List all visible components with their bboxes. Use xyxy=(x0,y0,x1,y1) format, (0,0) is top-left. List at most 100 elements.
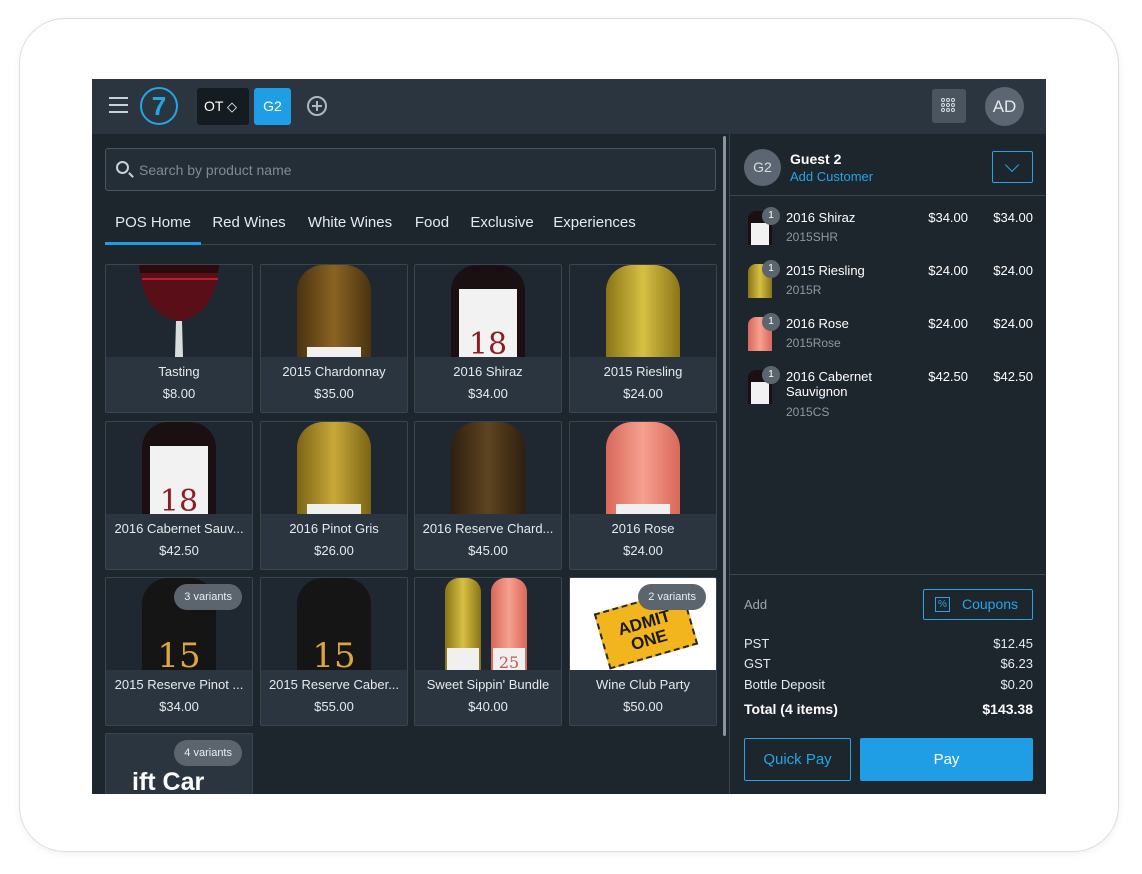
product-card-2015-riesling[interactable]: 2015 Riesling $24.00 xyxy=(569,264,717,413)
quantity-badge: 1 xyxy=(762,207,780,225)
product-card-2015-reserve-pinot[interactable]: 15 3 variants 2015 Reserve Pinot ... $34… xyxy=(105,577,253,726)
top-bar: 7 OT ◇ G2 AD xyxy=(92,79,1046,134)
coupons-button[interactable]: % Coupons xyxy=(923,589,1033,620)
wine-bottle-icon: 15 xyxy=(297,578,371,670)
quantity-badge: 1 xyxy=(762,260,780,278)
product-card-2016-rose[interactable]: 2016 Rose $24.00 xyxy=(569,421,717,570)
tab-food[interactable]: Food xyxy=(411,203,453,245)
summary-label: GST xyxy=(744,656,771,671)
product-price: $24.00 xyxy=(623,386,663,401)
summary-label: PST xyxy=(744,636,770,651)
wine-bottle-icon: 18 xyxy=(142,422,216,514)
apps-grid-icon[interactable] xyxy=(932,89,966,123)
line-sku: 2015CS xyxy=(786,405,830,419)
tab-ot-label: OT xyxy=(204,98,224,114)
customer-name: Guest 2 xyxy=(790,151,842,167)
search-bar xyxy=(105,148,716,191)
label-number: 15 xyxy=(157,636,201,670)
search-icon xyxy=(116,161,129,174)
total-value: $143.38 xyxy=(982,701,1033,717)
user-avatar[interactable]: AD xyxy=(985,87,1024,126)
tab-pos-home[interactable]: POS Home xyxy=(105,203,201,245)
menu-icon[interactable] xyxy=(109,97,128,113)
product-card-2015-reserve-caber[interactable]: 15 2015 Reserve Caber... $55.00 xyxy=(260,577,408,726)
line-total: $42.50 xyxy=(993,369,1033,384)
wine-bottle-icon xyxy=(297,265,371,357)
quick-pay-button[interactable]: Quick Pay xyxy=(744,738,851,781)
quantity-badge: 1 xyxy=(762,366,780,384)
scrollbar[interactable] xyxy=(723,136,726,736)
product-card-2015-chardonnay[interactable]: 2015 Chardonnay $35.00 xyxy=(260,264,408,413)
product-image: 25 xyxy=(415,578,561,670)
divider xyxy=(730,195,1046,196)
line-sku: 2015SHR xyxy=(786,230,839,244)
product-name: 2016 Reserve Chard... xyxy=(422,521,554,536)
product-name: 2016 Cabernet Sauv... xyxy=(114,521,244,536)
white-bottle-icon xyxy=(445,578,481,670)
summary-value: $0.20 xyxy=(1000,677,1033,692)
wine-glass-icon xyxy=(139,265,219,357)
variants-badge: 4 variants xyxy=(174,740,242,766)
divider xyxy=(730,574,1046,575)
coupons-label: Coupons xyxy=(962,596,1019,612)
product-name: 2015 Riesling xyxy=(603,364,683,379)
search-input[interactable] xyxy=(139,149,709,190)
summary-label: Bottle Deposit xyxy=(744,677,825,692)
product-price: $40.00 xyxy=(468,699,508,714)
product-price: $34.00 xyxy=(468,386,508,401)
label-number: 25 xyxy=(493,648,525,670)
product-card-tasting[interactable]: Tasting $8.00 xyxy=(105,264,253,413)
product-card-gift-card[interactable]: ift Car 4 variants xyxy=(105,733,253,794)
tab-experiences[interactable]: Experiences xyxy=(551,203,638,245)
ticket-text: ADMIT ONE xyxy=(615,606,673,655)
product-card-2016-reserve-chard[interactable]: 2016 Reserve Chard... $45.00 xyxy=(414,421,562,570)
chevron-down-icon[interactable] xyxy=(992,151,1033,183)
product-price: $45.00 xyxy=(468,543,508,558)
tab-exclusive[interactable]: Exclusive xyxy=(468,203,536,245)
line-total: $34.00 xyxy=(993,210,1033,225)
product-card-sweet-sippin-bundle[interactable]: 25 Sweet Sippin' Bundle $40.00 xyxy=(414,577,562,726)
add-customer-link[interactable]: Add Customer xyxy=(790,169,873,184)
tab-white-wines[interactable]: White Wines xyxy=(302,203,398,245)
percent-icon: % xyxy=(935,597,950,612)
line-sku: 2015R xyxy=(786,283,822,297)
panel-divider xyxy=(729,134,730,794)
pay-button[interactable]: Pay xyxy=(860,738,1033,781)
order-line[interactable]: 1 2016 Shiraz 2015SHR $34.00 $34.00 xyxy=(744,207,1036,255)
line-name: 2015 Riesling xyxy=(786,263,865,278)
label-number: 15 xyxy=(312,636,356,670)
line-unit-price: $24.00 xyxy=(928,263,968,278)
product-price: $50.00 xyxy=(623,699,663,714)
add-label[interactable]: Add xyxy=(744,597,767,612)
product-price: $55.00 xyxy=(314,699,354,714)
product-card-2016-shiraz[interactable]: 18 2016 Shiraz $34.00 xyxy=(414,264,562,413)
add-tab-icon[interactable] xyxy=(307,96,327,116)
rose-bottle-icon: 25 xyxy=(491,578,527,670)
product-price: $35.00 xyxy=(314,386,354,401)
summary-row-bottle-deposit: Bottle Deposit $0.20 xyxy=(744,677,1033,692)
line-total: $24.00 xyxy=(993,316,1033,331)
order-line[interactable]: 1 2016 Rose 2015Rose $24.00 $24.00 xyxy=(744,313,1036,361)
product-name: Wine Club Party xyxy=(596,677,690,692)
tab-g2[interactable]: G2 xyxy=(254,88,291,125)
wine-bottle-icon xyxy=(606,265,680,357)
product-image: 15 xyxy=(261,578,407,670)
summary-value: $6.23 xyxy=(1000,656,1033,671)
diamond-icon: ◇ xyxy=(227,99,237,114)
order-line[interactable]: 1 2016 Cabernet Sauvignon 2015CS $42.50 … xyxy=(744,366,1036,426)
product-price: $24.00 xyxy=(623,543,663,558)
product-card-2016-pinot-gris[interactable]: 2016 Pinot Gris $26.00 xyxy=(260,421,408,570)
product-card-2016-cabernet[interactable]: 18 2016 Cabernet Sauv... $42.50 xyxy=(105,421,253,570)
product-name: 2016 Rose xyxy=(611,521,675,536)
pos-screen: 7 OT ◇ G2 AD POS Home Red Wines White Wi… xyxy=(92,79,1046,794)
tab-ot[interactable]: OT ◇ xyxy=(197,88,249,125)
product-card-wine-club-party[interactable]: ADMIT ONE 2 variants Wine Club Party $50… xyxy=(569,577,717,726)
product-price: $34.00 xyxy=(159,699,199,714)
order-line[interactable]: 1 2015 Riesling 2015R $24.00 $24.00 xyxy=(744,260,1036,308)
product-image xyxy=(415,422,561,514)
product-name: 2016 Pinot Gris xyxy=(289,521,379,536)
total-label: Total (4 items) xyxy=(744,701,838,717)
tab-red-wines[interactable]: Red Wines xyxy=(207,203,291,245)
product-name: 2015 Chardonnay xyxy=(282,364,386,379)
product-price: $26.00 xyxy=(314,543,354,558)
